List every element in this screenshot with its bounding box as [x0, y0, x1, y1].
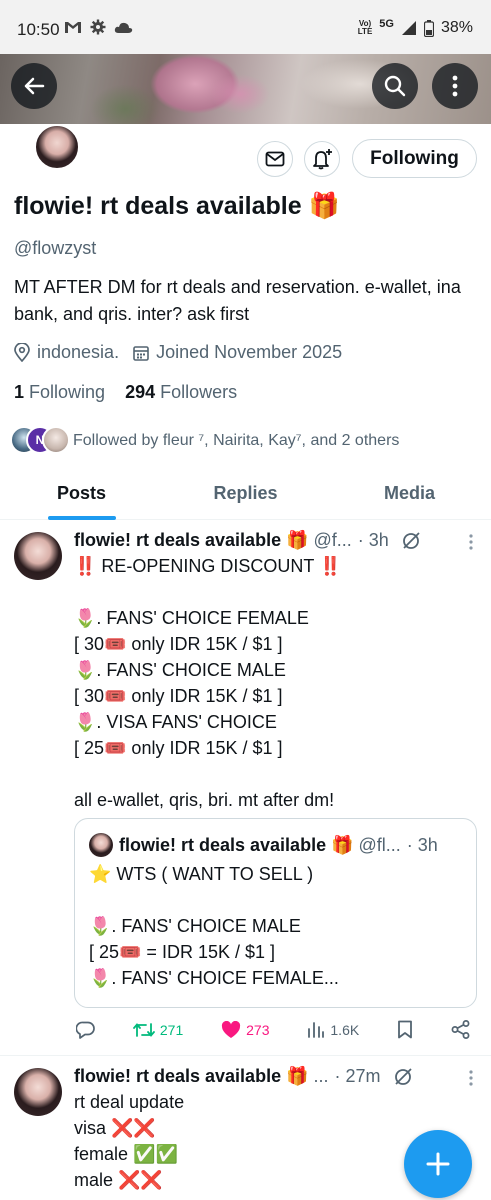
- bell-plus-icon: [313, 149, 332, 170]
- battery-icon: [423, 19, 434, 37]
- share-icon: [451, 1020, 470, 1039]
- retweet-button[interactable]: 271: [132, 1021, 184, 1038]
- followers-stat[interactable]: 294 Followers: [125, 382, 237, 403]
- profile-tabs: Posts Replies Media: [0, 470, 491, 520]
- tweet[interactable]: flowie! rt deals available 🎁 @f... · 3h …: [0, 520, 491, 1055]
- share-button[interactable]: [451, 1020, 470, 1039]
- gmail-icon: [65, 22, 81, 33]
- tweet-avatar[interactable]: [14, 1068, 62, 1116]
- reply-button[interactable]: [76, 1021, 95, 1039]
- views-count: 1.6K: [330, 1021, 360, 1038]
- tweet-more-icon[interactable]: [469, 534, 473, 550]
- more-vertical-icon: [452, 75, 458, 97]
- tweet-avatar[interactable]: [14, 532, 62, 580]
- bookmark-icon: [398, 1020, 412, 1039]
- tweet-header: flowie! rt deals available 🎁 @f... · 3h: [74, 530, 454, 551]
- quoted-tweet-avatar: [89, 833, 113, 857]
- notifications-button[interactable]: [304, 141, 340, 177]
- search-button[interactable]: [372, 63, 418, 109]
- grok-icon[interactable]: [393, 1067, 413, 1087]
- back-button[interactable]: [11, 63, 57, 109]
- tweet-time: · 27m: [334, 1066, 381, 1086]
- location-icon: [14, 343, 30, 362]
- retweet-icon: [132, 1022, 155, 1037]
- quoted-author-handle: @fl...: [358, 834, 401, 855]
- tab-media[interactable]: Media: [328, 470, 491, 519]
- followed-by-text: Followed by fleur ⁷, Nairita, Kay⁷, and …: [73, 432, 400, 449]
- quoted-tweet-text: ⭐ WTS ( WANT TO SELL ) 🌷. FANS' CHOICE M…: [89, 864, 339, 988]
- status-bar: 10:50 Vo) LTE 5G 38%: [0, 0, 491, 54]
- quoted-author-name: flowie! rt deals available 🎁: [119, 834, 354, 855]
- tweet-author-handle: ...: [313, 1066, 329, 1086]
- like-count: 273: [246, 1021, 270, 1038]
- bookmark-button[interactable]: [397, 1020, 413, 1039]
- retweet-count: 271: [159, 1021, 184, 1038]
- compose-button[interactable]: [404, 1130, 472, 1198]
- more-options-button[interactable]: [432, 63, 478, 109]
- quoted-tweet-time: · 3h: [406, 834, 438, 855]
- settings-gear-icon: [90, 19, 106, 35]
- search-icon: [384, 75, 406, 97]
- following-stat[interactable]: 1 Following: [14, 382, 105, 403]
- profile-handle: @flowzyst: [14, 238, 97, 258]
- quoted-tweet-header: flowie! rt deals available 🎁 @fl... · 3h: [89, 833, 438, 857]
- tweet-time: · 3h: [357, 530, 389, 550]
- profile-location: indonesia.: [37, 342, 120, 362]
- battery-percent: 38%: [440, 19, 473, 36]
- plus-icon: [426, 1152, 450, 1176]
- views-icon: [308, 1021, 325, 1038]
- cloud-icon: [114, 22, 133, 33]
- tweet-author-name: flowie! rt deals available 🎁: [74, 530, 309, 550]
- back-arrow-icon: [24, 77, 45, 95]
- quoted-tweet[interactable]: flowie! rt deals available 🎁 @fl... · 3h…: [74, 818, 477, 1008]
- signal-icon: [401, 21, 416, 35]
- tweet-author-handle: @f...: [313, 530, 352, 550]
- heart-icon: [222, 1020, 241, 1038]
- profile-avatar[interactable]: [34, 124, 80, 170]
- followed-by-row[interactable]: N Followed by fleur ⁷, Nairita, Kay⁷, an…: [10, 426, 399, 456]
- mini-avatar: [42, 426, 70, 454]
- grok-icon[interactable]: [401, 531, 421, 551]
- tweet-author-name: flowie! rt deals available 🎁: [74, 1066, 309, 1086]
- like-button[interactable]: 273: [221, 1020, 270, 1039]
- status-time: 10:50: [17, 20, 60, 39]
- profile-bio: MT AFTER DM for rt deals and reservation…: [14, 277, 461, 324]
- profile-display-name: flowie! rt deals available 🎁: [14, 192, 340, 220]
- tweet-more-icon[interactable]: [469, 1070, 473, 1086]
- views-button[interactable]: 1.6K: [307, 1022, 359, 1038]
- follow-stats: 1 Following 294 Followers: [14, 382, 237, 403]
- tab-posts[interactable]: Posts: [0, 470, 163, 520]
- calendar-icon: [133, 345, 149, 361]
- volte-indicator: Vo) LTE: [357, 19, 373, 36]
- message-button[interactable]: [257, 141, 293, 177]
- followed-by-avatars: N: [10, 426, 70, 456]
- tweet-text: ‼️ RE-OPENING DISCOUNT ‼️ 🌷. FANS' CHOIC…: [74, 556, 342, 810]
- mail-icon: [265, 151, 285, 167]
- following-button[interactable]: Following: [352, 139, 477, 178]
- tweet-header: flowie! rt deals available 🎁 ... · 27m: [74, 1066, 454, 1087]
- profile-joined: Joined November 2025: [156, 342, 343, 362]
- tweet-actions: 271 273 1.6K: [76, 1020, 470, 1039]
- network-type: 5G: [379, 18, 394, 30]
- profile-meta: indonesia. Joined November 2025: [14, 342, 356, 363]
- tab-replies[interactable]: Replies: [163, 470, 328, 519]
- reply-icon: [76, 1021, 95, 1039]
